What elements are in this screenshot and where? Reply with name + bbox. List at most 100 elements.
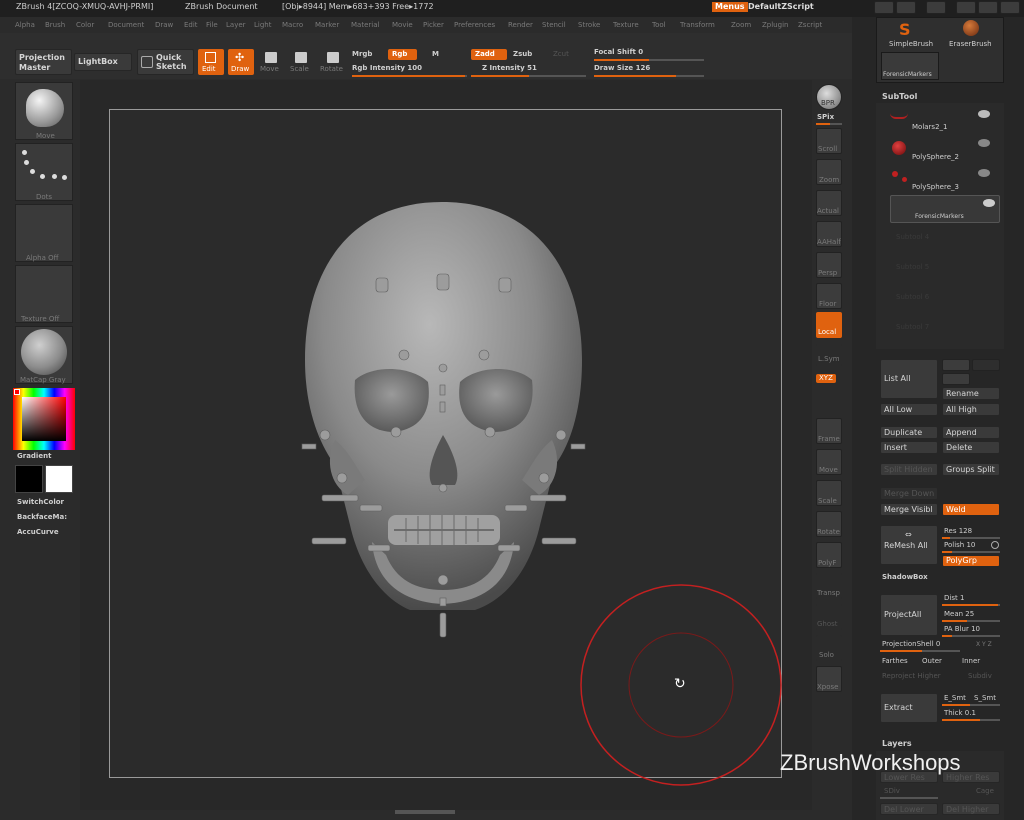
draw-button[interactable]: ✣ Draw — [228, 49, 254, 75]
rgb-intensity-slider[interactable]: Rgb Intensity 100 — [352, 64, 422, 73]
pa-blur-track[interactable] — [942, 635, 1000, 637]
dist-slider[interactable]: Dist 1 — [944, 594, 964, 603]
polyf-button[interactable]: PolyF — [816, 542, 842, 568]
stroke-thumbnail[interactable]: Dots — [15, 143, 73, 201]
visibility-toggle-icon[interactable] — [978, 110, 990, 118]
visibility-toggle-icon[interactable] — [978, 139, 990, 147]
menu-draw[interactable]: Draw — [155, 21, 173, 30]
menu-light[interactable]: Light — [254, 21, 271, 30]
menu-zscript[interactable]: Zscript — [798, 21, 822, 30]
duplicate-button[interactable]: Duplicate — [880, 426, 938, 439]
inner-button[interactable]: Inner — [962, 657, 980, 666]
minimize-icon[interactable] — [874, 1, 894, 14]
pa-blur-slider[interactable]: PA Blur 10 — [944, 625, 980, 634]
scroll-button[interactable]: Scroll — [816, 128, 842, 154]
eraser-brush-icon[interactable] — [963, 20, 979, 36]
ghost-button[interactable]: Ghost — [816, 604, 842, 630]
extract-button[interactable]: Extract — [880, 693, 938, 723]
res-slider[interactable]: Res 128 — [944, 527, 972, 536]
rotate-button[interactable]: Rotate — [318, 49, 348, 75]
scale-view-button[interactable]: Scale — [816, 480, 842, 506]
outer-button[interactable]: Outer — [922, 657, 942, 666]
color-saturation-square[interactable] — [22, 397, 66, 441]
canvas-area[interactable]: ↻ — [80, 80, 812, 814]
menu-stroke[interactable]: Stroke — [578, 21, 600, 30]
reproject-higher-button[interactable]: Reproject Higher — [882, 672, 941, 681]
rotate-view-button[interactable]: Rotate — [816, 511, 842, 537]
xyz-button[interactable]: XYZ — [816, 374, 836, 383]
subtool-item[interactable]: PolySphere_2 — [890, 135, 1000, 163]
rename-button[interactable]: Rename — [942, 387, 1000, 400]
local-button[interactable]: Local — [816, 312, 842, 338]
append-button[interactable]: Append — [942, 426, 1000, 439]
projection-master-button[interactable]: Projection Master — [15, 49, 72, 75]
menu-edit[interactable]: Edit — [184, 21, 198, 30]
transp-button[interactable]: Transp — [816, 573, 842, 599]
subtool-item-selected[interactable]: ForensicMarkers — [890, 195, 1000, 223]
brush-thumbnail[interactable]: Move — [15, 82, 73, 140]
groups-split-button[interactable]: Groups Split — [942, 463, 1000, 476]
layout-icon[interactable] — [896, 1, 916, 14]
cage-button[interactable]: Cage — [976, 787, 994, 796]
edit-button[interactable]: Edit — [198, 49, 224, 75]
draw-size-slider[interactable]: Draw Size 126 — [594, 64, 650, 73]
menu-movie[interactable]: Movie — [392, 21, 413, 30]
insert-button[interactable]: Insert — [880, 441, 938, 454]
visibility-toggle-icon[interactable] — [978, 169, 990, 177]
menu-brush[interactable]: Brush — [45, 21, 65, 30]
window-min-icon[interactable] — [978, 1, 998, 14]
backface-mask-button[interactable]: BackfaceMa: — [17, 513, 67, 522]
lightbox-button[interactable]: LightBox — [74, 53, 132, 71]
window-close-icon[interactable] — [1000, 1, 1020, 14]
frame-button[interactable]: Frame — [816, 418, 842, 444]
quick-sketch-button[interactable]: Quick Sketch — [137, 49, 194, 75]
scale-button[interactable]: Scale — [288, 49, 314, 75]
subtool-header[interactable]: SubTool — [882, 92, 917, 102]
zadd-button[interactable]: Zadd — [471, 49, 507, 60]
layers-header[interactable]: Layers — [882, 739, 912, 749]
visibility-toggle-icon[interactable] — [983, 199, 995, 207]
spix-slider[interactable]: SPix — [817, 113, 834, 122]
subtool-item[interactable]: Molars2_1 — [890, 107, 1000, 133]
menu-zplugin[interactable]: Zplugin — [762, 21, 788, 30]
list-all-button[interactable]: List All — [880, 359, 938, 399]
arrow-icon[interactable] — [942, 373, 970, 385]
sdiv-slider[interactable]: SDiv — [884, 787, 900, 796]
thick-track[interactable] — [942, 719, 1000, 721]
menu-texture[interactable]: Texture — [613, 21, 639, 30]
subtool-item[interactable]: PolySphere_3 — [890, 165, 1000, 193]
shadowbox-button[interactable]: ShadowBox — [882, 573, 928, 582]
menu-stencil[interactable]: Stencil — [542, 21, 566, 30]
menu-zoom[interactable]: Zoom — [731, 21, 751, 30]
z-intensity-track[interactable] — [471, 75, 586, 77]
polygrp-button[interactable]: PolyGrp — [942, 555, 1000, 567]
menu-transform[interactable]: Transform — [680, 21, 715, 30]
polish-track[interactable] — [942, 551, 1000, 553]
switch-color-button[interactable]: SwitchColor — [17, 498, 64, 507]
split-hidden-button[interactable]: Split Hidden — [880, 463, 938, 476]
polish-slider[interactable]: Polish 10 — [944, 541, 975, 550]
menus-button[interactable]: Menus — [712, 2, 748, 12]
menu-render[interactable]: Render — [508, 21, 533, 30]
alpha-thumbnail[interactable]: Alpha Off — [15, 204, 73, 262]
move-down-icon[interactable] — [972, 359, 1000, 371]
menu-tool[interactable]: Tool — [652, 21, 666, 30]
all-low-button[interactable]: All Low — [880, 403, 938, 416]
e-smt-slider[interactable]: E_Smt — [944, 694, 966, 703]
secondary-color-swatch[interactable] — [15, 465, 43, 493]
rgb-button[interactable]: Rgb — [388, 49, 418, 60]
lsym-button[interactable]: L.Sym — [816, 344, 842, 366]
persp-button[interactable]: Persp — [816, 252, 842, 278]
menu-alpha[interactable]: Alpha — [15, 21, 35, 30]
menu-color[interactable]: Color — [76, 21, 94, 30]
polish-toggle-icon[interactable] — [991, 541, 999, 549]
z-intensity-slider[interactable]: Z Intensity 51 — [482, 64, 537, 73]
menu-file[interactable]: File — [206, 21, 218, 30]
focal-shift-slider[interactable]: Focal Shift 0 — [594, 48, 643, 57]
project-all-button[interactable]: ProjectAll — [880, 594, 938, 636]
main-color-swatch[interactable] — [45, 465, 73, 493]
merge-down-button[interactable]: Merge Down — [880, 487, 938, 500]
subdiv-button[interactable]: Subdiv — [968, 672, 992, 681]
move-button[interactable]: Move — [258, 49, 284, 75]
canvas-scroll-handle[interactable] — [395, 810, 455, 814]
